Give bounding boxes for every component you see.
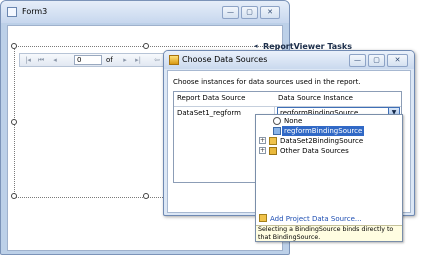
previous-page-icon[interactable]: ◂ [50,56,60,65]
maximize-button[interactable]: ▢ [241,6,258,19]
form3-titlebar[interactable]: Form3 — ▢ ✕ [1,1,289,23]
close-button[interactable]: ✕ [260,6,280,19]
column-header-data-source-instance: Data Source Instance [278,94,353,102]
page-number-input[interactable]: 0 [74,55,102,65]
expand-icon[interactable]: + [259,147,266,154]
dialog-title: Choose Data Sources [182,55,268,64]
smart-tag-arrow-icon[interactable]: ◂ [254,42,258,50]
none-icon [273,117,281,125]
dialog-icon [169,55,179,65]
add-link-label: Add Project Data Source... [270,215,362,223]
dialog-close-button[interactable]: ✕ [387,54,408,67]
dropdown-item-label: Other Data Sources [280,147,349,155]
dropdown-tip: Selecting a BindingSource binds directly… [256,225,402,241]
report-toolbar: |◂ ⏮ ◂ 0 of ▸ ▸| ⇦ [19,53,169,67]
resize-handle[interactable] [143,43,149,49]
data-sources-folder-icon [269,147,277,155]
first-page-icon[interactable]: ⏮ [36,56,46,65]
form3-title: Form3 [22,7,48,16]
binding-source-icon [273,127,281,135]
dropdown-item-label: None [284,117,303,125]
report-data-source-cell[interactable]: DataSet1_regform [177,109,241,118]
dropdown-item-label: regformBindingSource [282,126,365,136]
dialog-titlebar[interactable]: Choose Data Sources — ▢ ✕ [164,51,414,69]
resize-handle[interactable] [143,193,149,199]
dialog-maximize-button[interactable]: ▢ [368,54,385,67]
back-icon[interactable]: ⇦ [152,56,162,65]
next-page-icon[interactable]: ▸ [120,56,130,65]
resize-handle[interactable] [11,43,17,49]
dialog-instructions: Choose instances for data sources used i… [173,78,361,86]
resize-handle[interactable] [11,119,17,125]
add-data-source-icon [259,214,267,222]
minimize-button[interactable]: — [222,6,239,19]
column-header-report-data-source: Report Data Source [177,94,246,102]
form-icon [7,7,17,17]
last-page-icon[interactable]: ▸| [133,56,143,65]
page-of-label: of [106,56,113,64]
add-project-data-source-link[interactable]: Add Project Data Source... [259,214,362,224]
resize-handle[interactable] [11,193,17,199]
binding-source-icon [269,137,277,145]
expand-icon[interactable]: + [259,137,266,144]
data-source-dropdown: None regformBindingSource + DataSet2Bind… [255,114,403,242]
dropdown-item-label: DataSet2BindingSource [280,137,364,145]
dialog-minimize-button[interactable]: — [349,54,366,67]
first-page-icon[interactable]: |◂ [23,56,33,65]
